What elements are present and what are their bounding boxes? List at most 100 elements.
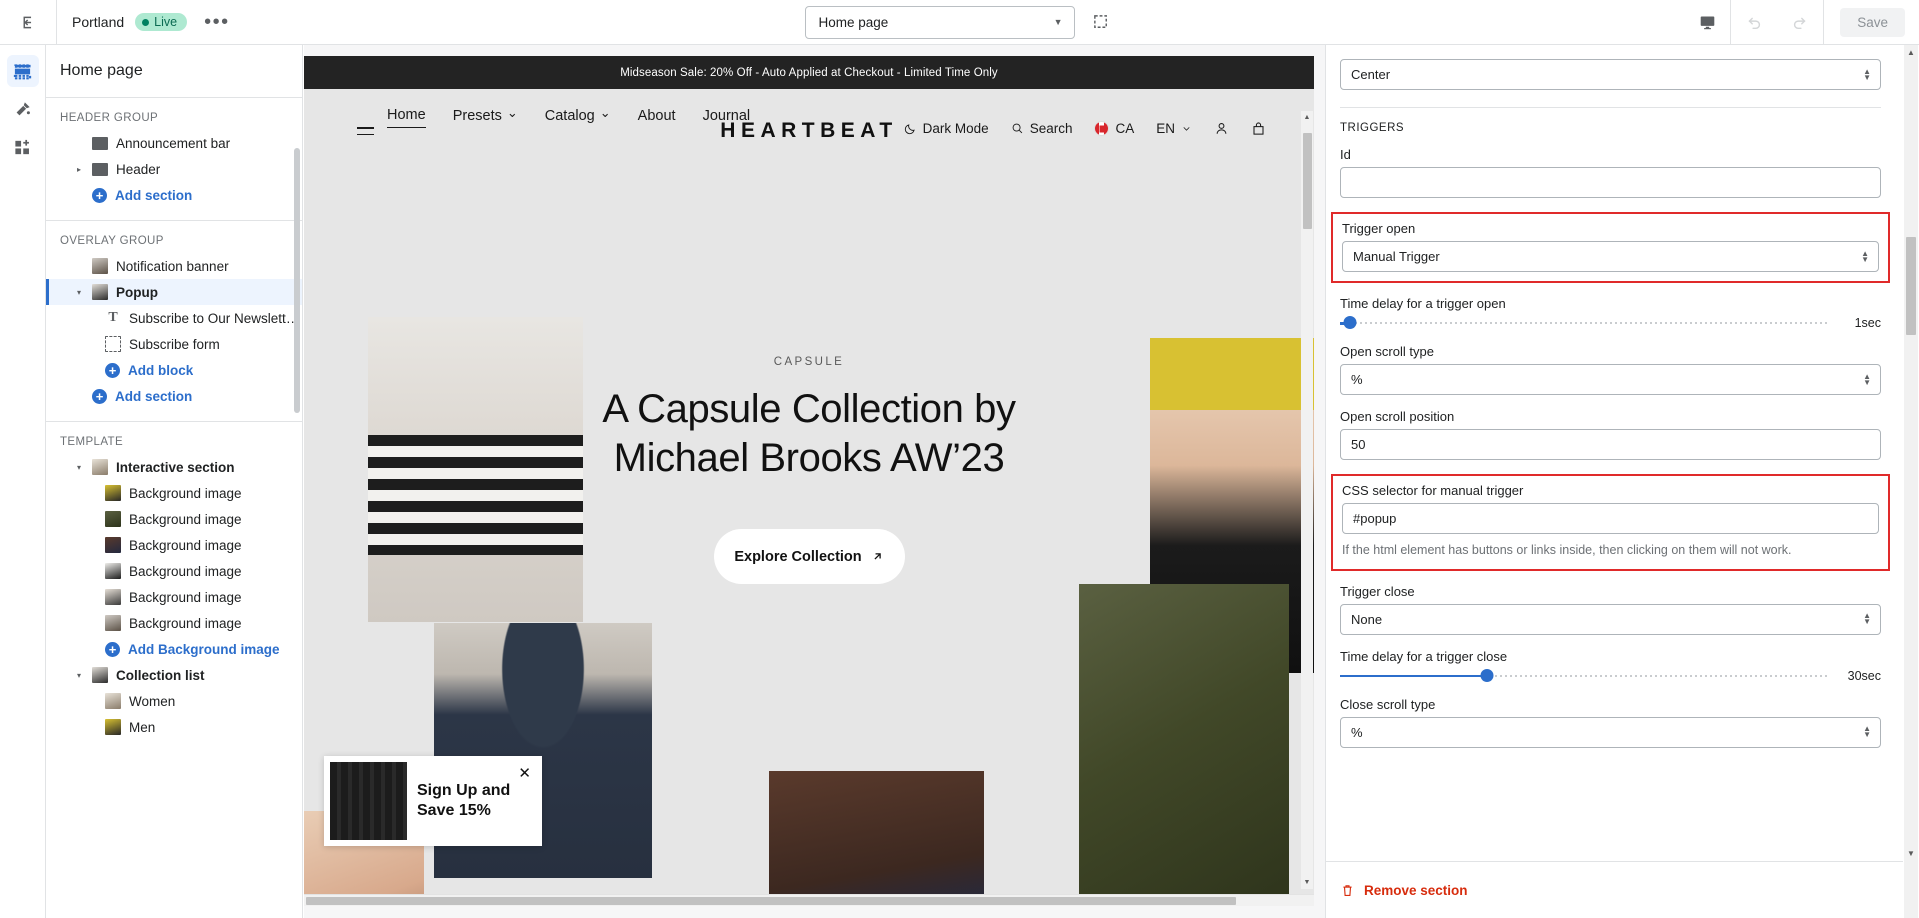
language-selector[interactable]: EN	[1156, 121, 1192, 136]
exit-editor-button[interactable]	[0, 0, 57, 44]
section-thumbnail	[92, 459, 108, 475]
css-selector-highlight: CSS selector for manual trigger #popup I…	[1331, 474, 1890, 571]
disclosure-triangle-icon[interactable]: ▾	[74, 288, 84, 297]
sidebar-item-background-image[interactable]: Background image	[46, 506, 302, 532]
sidebar-item-men[interactable]: Men	[46, 714, 302, 740]
preview-horizontal-scrollbar[interactable]	[304, 894, 1314, 906]
open-scroll-type-select[interactable]: % ▲ ▼	[1340, 364, 1881, 395]
scroll-down-icon[interactable]: ▼	[1301, 876, 1313, 889]
marquee-select-icon[interactable]	[1089, 9, 1115, 35]
nav-link-catalog[interactable]: Catalog ⌄	[545, 103, 611, 128]
disclosure-triangle-icon[interactable]: ▸	[74, 165, 84, 174]
scrollbar-thumb-h[interactable]	[306, 897, 1236, 905]
canada-flag-icon	[1094, 121, 1110, 136]
slider-knob[interactable]	[1343, 316, 1357, 329]
sidebar-item-notification-banner[interactable]: Notification banner	[46, 253, 302, 279]
sidebar-item-add-section[interactable]: + Add section	[46, 182, 302, 208]
sidebar-item-add-background-image[interactable]: + Add Background image	[46, 636, 302, 662]
scroll-up-icon[interactable]: ▲	[1904, 45, 1918, 59]
css-selector-input[interactable]: #popup	[1342, 503, 1879, 534]
sidebar-item-background-image[interactable]: Background image	[46, 610, 302, 636]
popup-title: Sign Up and Save 15%	[413, 781, 510, 820]
disclosure-triangle-icon[interactable]: ▾	[74, 463, 84, 472]
time-delay-open-field: Time delay for a trigger open 1sec	[1340, 296, 1881, 330]
sidebar-item-women[interactable]: Women	[46, 688, 302, 714]
redo-icon[interactable]	[1777, 0, 1823, 44]
nav-link-label: About	[637, 107, 676, 124]
open-scroll-type-field: Open scroll type % ▲ ▼	[1340, 344, 1881, 395]
sidebar-item-subscribe-to-our-newslette[interactable]: T Subscribe to Our Newslette...	[46, 305, 302, 331]
more-options-button[interactable]: •••	[198, 12, 236, 32]
time-delay-close-label: Time delay for a trigger close	[1340, 648, 1508, 664]
css-selector-label: CSS selector for manual trigger	[1342, 483, 1524, 498]
sidebar-item-background-image[interactable]: Background image	[46, 558, 302, 584]
sidebar-item-announcement-bar[interactable]: Announcement bar	[46, 130, 302, 156]
sidebar-item-label: Add block	[128, 362, 194, 378]
close-icon[interactable]: ✕	[518, 764, 531, 782]
country-selector[interactable]: CA	[1094, 121, 1134, 136]
dark-mode-toggle[interactable]: Dark Mode	[904, 121, 989, 136]
scrollbar-thumb[interactable]	[1302, 133, 1312, 229]
nav-link-home[interactable]: Home	[387, 103, 426, 128]
scroll-down-icon[interactable]: ▼	[1904, 846, 1918, 860]
id-input[interactable]	[1340, 167, 1881, 198]
sidebar-item-header[interactable]: ▸ Header	[46, 156, 302, 182]
nav-link-about[interactable]: About	[638, 103, 676, 128]
preview-vertical-scrollbar[interactable]: ▲ ▼	[1301, 111, 1313, 889]
explore-collection-button[interactable]: Explore Collection	[713, 529, 905, 585]
apps-icon[interactable]	[7, 131, 39, 163]
storefront-preview[interactable]: Midseason Sale: 20% Off - Auto Applied a…	[304, 56, 1314, 906]
sidebar-item-background-image[interactable]: Background image	[46, 480, 302, 506]
sidebar-item-popup[interactable]: ▾ Popup	[46, 279, 302, 305]
nav-link-presets[interactable]: Presets ⌄	[453, 103, 518, 128]
trigger-close-select[interactable]: None ▲ ▼	[1340, 603, 1881, 635]
desktop-icon[interactable]	[1684, 0, 1730, 44]
sidebar-scrollbar[interactable]	[294, 148, 300, 413]
slider-knob[interactable]	[1480, 668, 1494, 682]
sidebar-item-add-section[interactable]: + Add section	[46, 383, 302, 409]
background-image-5[interactable]	[1079, 584, 1289, 906]
sidebar-scroll-area[interactable]: HEADER GROUP Announcement bar ▸ Header + Add …	[46, 98, 302, 918]
panel-scrollbar[interactable]: ▲ ▼	[1904, 45, 1918, 918]
sidebar-item-subscribe-form[interactable]: Subscribe form	[46, 331, 302, 357]
sidebar-item-add-block[interactable]: + Add block	[46, 357, 302, 383]
sidebar-item-interactive-section[interactable]: ▾ Interactive section	[46, 454, 302, 480]
top-actions: Save	[1684, 0, 1919, 44]
section-thumbnail	[105, 537, 121, 553]
sidebar-item-collection-list[interactable]: ▾ Collection list	[46, 662, 302, 688]
remove-section-button[interactable]: Remove section	[1364, 883, 1468, 898]
sections-sidebar: Home page HEADER GROUP Announcement bar ▸ H…	[46, 45, 303, 918]
chevron-down-icon: ▼	[1053, 17, 1063, 27]
plus-circle-icon: +	[92, 388, 107, 404]
brand-logo[interactable]: HEARTBEAT	[720, 119, 897, 143]
search-button[interactable]: Search	[1011, 121, 1072, 136]
popup-preview[interactable]: Sign Up and Save 15% ✕	[324, 756, 542, 846]
sections-icon[interactable]	[6, 55, 39, 87]
theme-settings-icon[interactable]	[7, 93, 39, 125]
announcement-bar: Midseason Sale: 20% Off - Auto Applied a…	[304, 56, 1314, 89]
open-scroll-position-input[interactable]: 50	[1340, 429, 1881, 460]
hamburger-icon[interactable]	[357, 127, 374, 140]
scroll-up-icon[interactable]: ▲	[1301, 111, 1313, 124]
disclosure-triangle-icon[interactable]: ▾	[74, 671, 84, 680]
page-selector[interactable]: Home page ▼	[804, 5, 1075, 39]
save-button[interactable]: Save	[1840, 7, 1905, 37]
trigger-open-select[interactable]: Manual Trigger ▲ ▼	[1342, 241, 1879, 272]
alignment-select[interactable]: Center ▲ ▼	[1340, 59, 1881, 90]
background-image-6[interactable]	[769, 771, 984, 906]
account-button[interactable]	[1214, 121, 1229, 136]
sidebar-item-background-image[interactable]: Background image	[46, 532, 302, 558]
close-scroll-type-select[interactable]: % ▲ ▼	[1340, 716, 1881, 748]
cart-button[interactable]	[1251, 121, 1266, 136]
sidebar-item-label: Notification banner	[116, 258, 229, 274]
slider-track	[1340, 322, 1830, 324]
sidebar-item-background-image[interactable]: Background image	[46, 584, 302, 610]
section-settings-panel: Center ▲ ▼ TRIGGERS Id Trigger open Manua…	[1325, 45, 1919, 918]
sidebar-item-label: Subscribe form	[129, 336, 220, 352]
section-thumbnail	[105, 485, 121, 501]
time-delay-open-slider[interactable]	[1340, 316, 1830, 330]
settings-scroll-area[interactable]: Center ▲ ▼ TRIGGERS Id Trigger open Manua…	[1326, 45, 1903, 860]
undo-icon[interactable]	[1731, 0, 1777, 44]
time-delay-close-slider[interactable]	[1340, 668, 1830, 683]
scrollbar-thumb[interactable]	[1906, 237, 1916, 335]
